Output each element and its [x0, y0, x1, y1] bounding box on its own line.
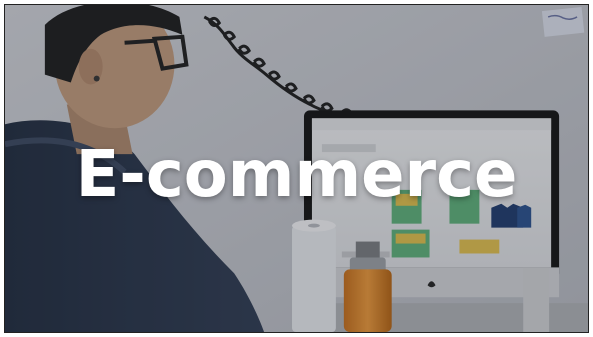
video-thumbnail[interactable]: E-commerce	[4, 4, 589, 333]
overlay-title: E-commerce	[75, 138, 518, 212]
